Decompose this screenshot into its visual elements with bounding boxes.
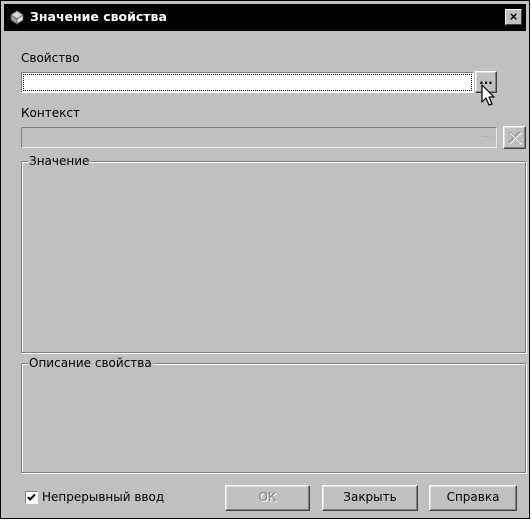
window-app-icon — [9, 9, 25, 25]
help-button[interactable]: Справка — [429, 485, 517, 511]
ok-button-label: ОК — [258, 490, 277, 504]
context-input: ... — [21, 126, 497, 148]
close-button-label: Закрыть — [343, 490, 397, 504]
value-group: Значение — [21, 154, 526, 353]
context-clear-button — [503, 126, 526, 149]
value-group-legend: Значение — [28, 154, 91, 168]
description-group-legend: Описание свойства — [28, 356, 153, 370]
continuous-input-checkbox[interactable] — [25, 491, 38, 504]
close-icon: × — [509, 9, 518, 24]
property-input[interactable] — [21, 72, 474, 93]
context-browse-button: ... — [481, 126, 492, 140]
window-title: Значение свойства — [30, 9, 167, 24]
context-label: Контекст — [21, 106, 80, 120]
continuous-input-label[interactable]: Непрерывный ввод — [42, 490, 164, 504]
description-group: Описание свойства — [21, 356, 526, 473]
title-bar[interactable]: Значение свойства × — [4, 4, 526, 31]
checkmark-icon — [27, 493, 36, 501]
property-label: Свойство — [21, 51, 80, 65]
property-value-dialog: Значение свойства × Свойство ... Контекс… — [0, 0, 530, 519]
close-button[interactable]: Закрыть — [322, 485, 418, 511]
ok-button: ОК — [225, 485, 310, 511]
close-window-button[interactable]: × — [505, 9, 522, 25]
help-button-label: Справка — [446, 490, 500, 504]
mouse-pointer-icon — [481, 84, 497, 111]
